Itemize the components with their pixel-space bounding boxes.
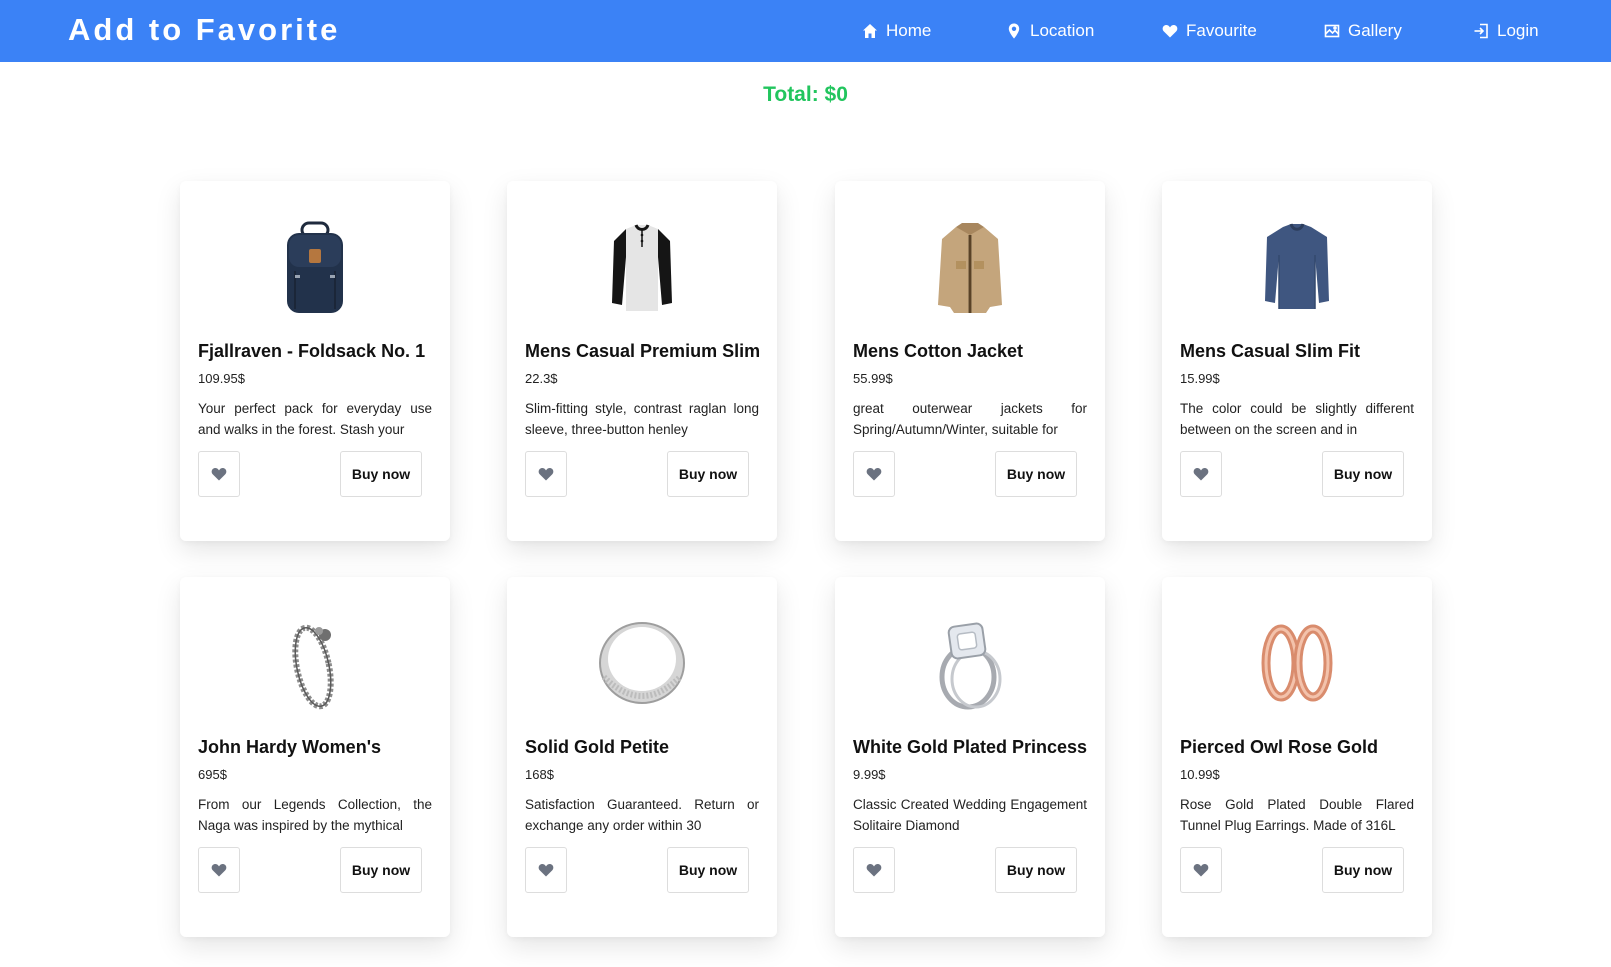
favorite-button[interactable] <box>525 451 567 497</box>
heart-icon <box>866 467 882 481</box>
product-title: Solid Gold Petite <box>525 737 670 757</box>
product-title: John Hardy Women's <box>198 737 381 757</box>
nav-home-label: Home <box>886 21 932 40</box>
heart-icon <box>211 863 227 877</box>
product-description: Classic Created Wedding Engagement Solit… <box>853 797 1087 833</box>
buy-now-button[interactable]: Buy now <box>995 451 1077 497</box>
product-card: John Hardy Women's 695$ From our Legends… <box>180 577 450 937</box>
buy-now-button[interactable]: Buy now <box>667 451 749 497</box>
product-title: Fjallraven - Foldsack No. 1 <box>198 341 426 361</box>
favorite-button[interactable] <box>1180 847 1222 893</box>
product-image-cotton-jacket <box>835 221 1105 317</box>
product-description: From our Legends Collection, the Naga wa… <box>198 797 432 833</box>
product-price: 22.3$ <box>525 371 558 386</box>
product-price: 55.99$ <box>853 371 893 386</box>
buy-now-button[interactable]: Buy now <box>340 847 422 893</box>
product-title: Pierced Owl Rose Gold <box>1180 737 1379 757</box>
heart-icon <box>1193 467 1209 481</box>
gallery-icon <box>1324 24 1340 38</box>
favorite-button[interactable] <box>525 847 567 893</box>
product-price: 15.99$ <box>1180 371 1220 386</box>
brand-title: Add to Favorite <box>68 12 341 47</box>
product-price: 168$ <box>525 767 554 782</box>
nav-location[interactable]: Location <box>1006 19 1094 43</box>
buy-now-button[interactable]: Buy now <box>340 451 422 497</box>
product-title: Mens Casual Slim Fit <box>1180 341 1361 361</box>
product-description: The color could be slightly different be… <box>1180 401 1414 437</box>
nav-gallery[interactable]: Gallery <box>1324 19 1402 43</box>
product-image-backpack <box>180 221 450 317</box>
nav-login-label: Login <box>1497 21 1539 40</box>
product-card: Mens Casual Premium Slim 22.3$ Slim-fitt… <box>507 181 777 541</box>
product-description: Slim-fitting style, contrast raglan long… <box>525 401 759 437</box>
product-image-long-sleeve-shirt <box>1162 221 1432 317</box>
product-image-rose-gold-earrings <box>1162 617 1432 713</box>
product-price: 9.99$ <box>853 767 886 782</box>
product-card: Pierced Owl Rose Gold 10.99$ Rose Gold P… <box>1162 577 1432 937</box>
product-card: Mens Casual Slim Fit 15.99$ The color co… <box>1162 181 1432 541</box>
nav-favourite-label: Favourite <box>1186 21 1257 40</box>
product-description: great outerwear jackets for Spring/Autum… <box>853 401 1087 437</box>
favorite-button[interactable] <box>198 847 240 893</box>
heart-icon <box>538 467 554 481</box>
product-image-diamond-ring <box>835 617 1105 713</box>
product-title: White Gold Plated Princess <box>853 737 1088 757</box>
navbar: Add to Favorite Home Location Favourite … <box>0 0 1611 62</box>
favorite-button[interactable] <box>1180 451 1222 497</box>
favorite-button[interactable] <box>853 451 895 497</box>
nav-home[interactable]: Home <box>862 19 931 43</box>
product-image-raglan-tshirt <box>507 221 777 317</box>
cart-total: Total: $0 <box>763 83 848 106</box>
favorite-button[interactable] <box>853 847 895 893</box>
heart-icon <box>1162 24 1178 38</box>
heart-icon <box>866 863 882 877</box>
heart-icon <box>211 467 227 481</box>
product-description: Rose Gold Plated Double Flared Tunnel Pl… <box>1180 797 1414 833</box>
product-title: Mens Cotton Jacket <box>853 341 1024 361</box>
heart-icon <box>538 863 554 877</box>
buy-now-button[interactable]: Buy now <box>667 847 749 893</box>
buy-now-button[interactable]: Buy now <box>1322 847 1404 893</box>
product-card: Fjallraven - Foldsack No. 1 109.95$ Your… <box>180 181 450 541</box>
product-image-dragon-bracelet <box>180 617 450 713</box>
nav-gallery-label: Gallery <box>1348 21 1402 40</box>
nav-favourite[interactable]: Favourite <box>1162 19 1257 43</box>
buy-now-button[interactable]: Buy now <box>995 847 1077 893</box>
product-description: Satisfaction Guaranteed. Return or excha… <box>525 797 759 833</box>
heart-icon <box>1193 863 1209 877</box>
login-icon <box>1474 23 1488 39</box>
product-card: White Gold Plated Princess 9.99$ Classic… <box>835 577 1105 937</box>
product-description: Your perfect pack for everyday use and w… <box>198 401 432 437</box>
product-card: Mens Cotton Jacket 55.99$ great outerwea… <box>835 181 1105 541</box>
product-price: 109.95$ <box>198 371 245 386</box>
favorite-button[interactable] <box>198 451 240 497</box>
product-price: 10.99$ <box>1180 767 1220 782</box>
nav-location-label: Location <box>1030 21 1095 40</box>
product-title: Mens Casual Premium Slim <box>525 341 761 361</box>
product-card: Solid Gold Petite 168$ Satisfaction Guar… <box>507 577 777 937</box>
nav-login[interactable]: Login <box>1473 19 1539 43</box>
map-pin-icon <box>1008 23 1020 39</box>
product-image-silver-ring <box>507 617 777 713</box>
buy-now-button[interactable]: Buy now <box>1322 451 1404 497</box>
home-icon <box>863 24 877 38</box>
product-price: 695$ <box>198 767 227 782</box>
